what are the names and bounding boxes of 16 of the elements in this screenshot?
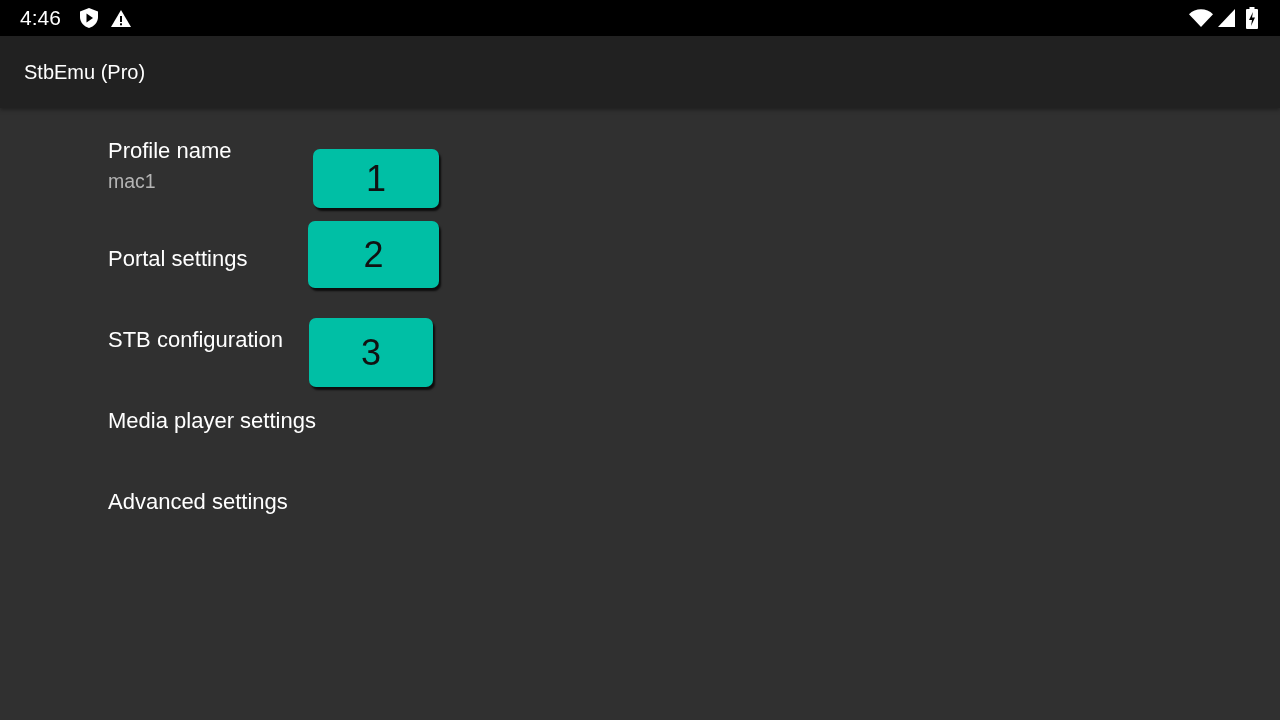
settings-item[interactable]: Advanced settings	[108, 488, 288, 515]
battery-charging-icon	[1246, 7, 1258, 29]
number-callout: 1	[313, 149, 439, 208]
number-callout: 3	[309, 318, 433, 387]
wifi-icon	[1189, 9, 1213, 27]
number-callout: 2	[308, 221, 439, 288]
settings-item[interactable]: STB configuration	[108, 326, 283, 353]
warning-icon	[110, 9, 131, 27]
status-time: 4:46	[20, 6, 61, 30]
app-title: StbEmu (Pro)	[24, 60, 146, 84]
settings-item[interactable]: Profile name	[108, 137, 232, 164]
settings-item[interactable]: Portal settings	[108, 245, 248, 272]
shield-icon	[79, 8, 98, 28]
settings-item[interactable]: Media player settings	[108, 407, 316, 434]
setting-summary: mac1	[108, 168, 156, 193]
signal-icon	[1218, 9, 1235, 27]
